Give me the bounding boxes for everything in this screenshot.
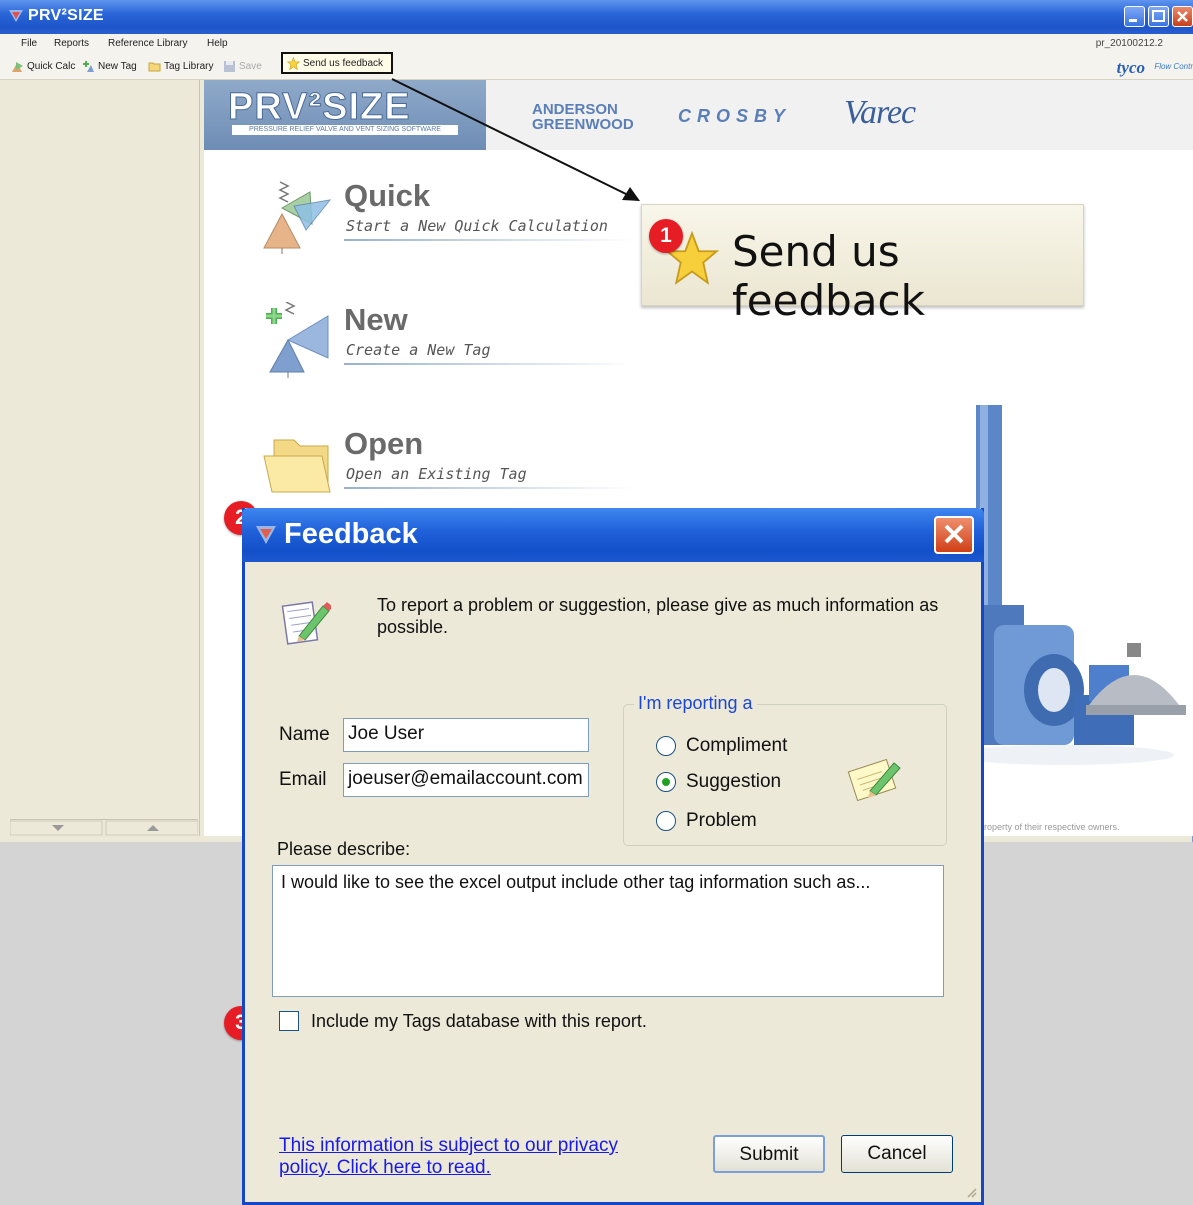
radio-suggestion-label: Suggestion bbox=[686, 771, 782, 792]
dialog-title: Feedback bbox=[284, 518, 418, 550]
resize-grip-icon[interactable] bbox=[965, 1186, 977, 1198]
dialog-close-button[interactable] bbox=[934, 516, 974, 554]
app-logo-icon bbox=[256, 526, 276, 544]
radio-suggestion-dot[interactable] bbox=[656, 772, 676, 792]
radio-problem-dot[interactable] bbox=[656, 811, 676, 831]
radio-compliment[interactable]: Compliment bbox=[656, 735, 787, 757]
privacy-policy-link[interactable]: This information is subject to our priva… bbox=[279, 1135, 619, 1179]
radio-problem[interactable]: Problem bbox=[656, 810, 757, 832]
notepad-pencil-icon bbox=[847, 758, 901, 802]
describe-textarea[interactable]: I would like to see the excel output inc… bbox=[272, 865, 944, 997]
radio-suggestion[interactable]: Suggestion bbox=[656, 771, 781, 793]
include-tags-checkbox[interactable] bbox=[279, 1011, 299, 1031]
name-label: Name bbox=[279, 724, 330, 745]
submit-button[interactable]: Submit bbox=[713, 1135, 825, 1173]
feedback-dialog: Feedback To report a problem or suggesti… bbox=[242, 508, 984, 1205]
radio-compliment-dot[interactable] bbox=[656, 736, 676, 756]
cancel-button[interactable]: Cancel bbox=[841, 1135, 953, 1173]
email-field[interactable]: joeuser@emailaccount.com bbox=[343, 763, 589, 797]
step-marker-1: 1 bbox=[649, 219, 683, 253]
callout-label: Send us feedback bbox=[732, 227, 925, 325]
radio-compliment-label: Compliment bbox=[686, 735, 788, 756]
notepad-pencil-icon bbox=[281, 601, 331, 645]
include-tags-label: Include my Tags database with this repor… bbox=[311, 1011, 647, 1031]
name-field[interactable]: Joe User bbox=[343, 718, 589, 752]
report-type-legend: I'm reporting a bbox=[634, 693, 757, 714]
describe-label: Please describe: bbox=[277, 839, 411, 859]
close-icon bbox=[944, 524, 964, 544]
report-type-group: I'm reporting a Compliment Suggestion Pr… bbox=[623, 693, 947, 846]
email-label: Email bbox=[279, 769, 327, 790]
dialog-intro-text: To report a problem or suggestion, pleas… bbox=[377, 595, 939, 637]
dialog-titlebar[interactable]: Feedback bbox=[242, 508, 984, 562]
send-feedback-callout: Send us feedback bbox=[641, 204, 1084, 325]
radio-problem-label: Problem bbox=[686, 810, 757, 831]
